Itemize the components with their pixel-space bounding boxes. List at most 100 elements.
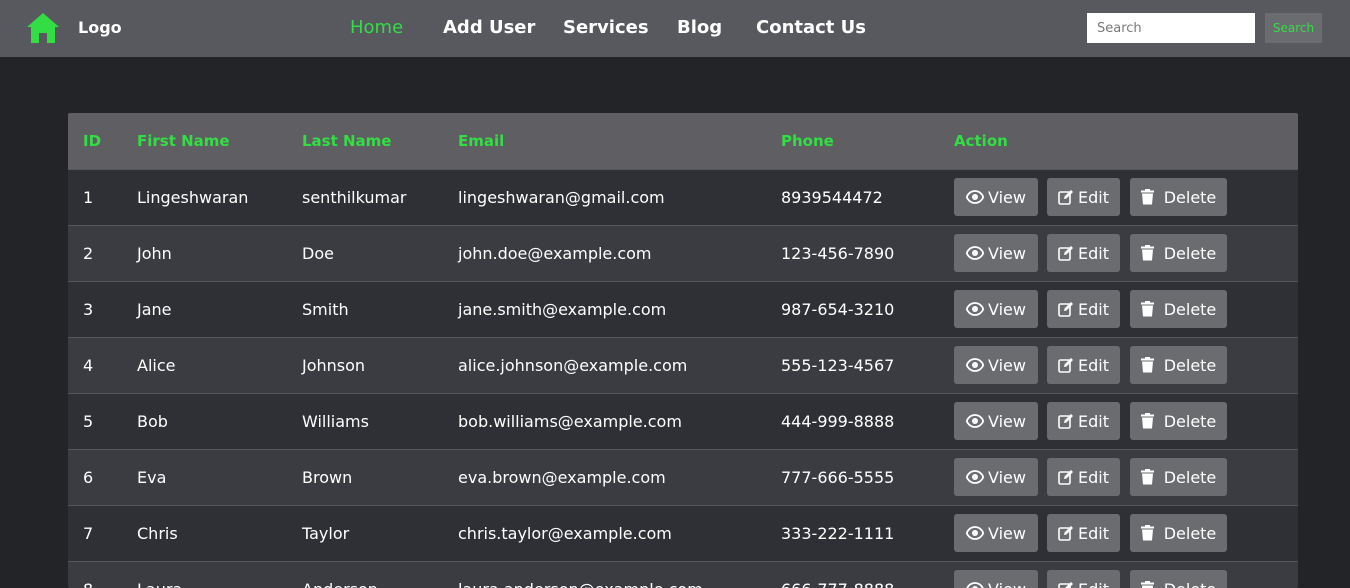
cell-actions: View Edit Delete (939, 449, 1298, 505)
delete-label: Delete (1163, 187, 1217, 207)
cell-first-name: Laura (122, 561, 287, 588)
navbar: Logo Home Add User Services Blog Contact… (0, 0, 1350, 57)
cell-id: 8 (68, 561, 122, 588)
home-icon[interactable] (26, 12, 60, 44)
cell-phone: 777-666-5555 (781, 467, 895, 487)
edit-icon (1058, 189, 1078, 205)
cell-email: laura.anderson@example.com (443, 561, 766, 588)
header-email: Email (458, 131, 505, 150)
table-row: 8LauraAndersonlaura.anderson@example.com… (68, 561, 1298, 588)
view-button[interactable]: View (954, 458, 1038, 496)
trash-icon (1140, 357, 1158, 373)
table-row: 3 Jane Smith jane.smith@example.com 987-654-… (68, 281, 1298, 337)
cell-last-name: Smith (302, 299, 349, 319)
cell-id: 7 (83, 523, 94, 543)
view-button[interactable]: View (954, 514, 1038, 552)
cell-first-name: Alice (137, 355, 176, 375)
table-row: 2 John Doe john.doe@example.com 123-456-7890… (68, 225, 1298, 281)
cell-actions: View Edit Delete (939, 561, 1298, 588)
cell-email: bob.williams@example.com (458, 411, 682, 431)
view-button[interactable]: View (954, 234, 1038, 272)
cell-id: 6 (83, 467, 94, 487)
cell-email: chris.taylor@example.com (458, 523, 672, 543)
view-button[interactable]: View (954, 346, 1038, 384)
eye-icon (966, 582, 988, 588)
nav-link-services[interactable]: Services (563, 17, 649, 38)
edit-label: Edit (1078, 243, 1109, 263)
delete-button[interactable]: Delete (1130, 346, 1227, 384)
view-label: View (988, 580, 1026, 588)
edit-button[interactable]: Edit (1047, 346, 1120, 384)
eye-icon (966, 246, 988, 260)
delete-label: Delete (1163, 355, 1217, 375)
nav-link-contact-us[interactable]: Contact Us (756, 17, 866, 38)
search-input[interactable] (1087, 13, 1255, 43)
cell-id: 1 (83, 187, 94, 207)
delete-button[interactable]: Delete (1130, 234, 1227, 272)
cell-last-name: Doe (302, 243, 334, 263)
cell-id: 3 (83, 299, 94, 319)
table-row: 7 Chris Taylor chris.taylor@example.com 333-… (68, 505, 1298, 561)
cell-phone: 8939544472 (781, 187, 883, 207)
edit-button[interactable]: Edit (1047, 178, 1120, 216)
view-button[interactable]: View (954, 402, 1038, 440)
header-first-name: First Name (137, 131, 230, 150)
nav-link-add-user[interactable]: Add User (443, 17, 535, 38)
cell-first-name: Jane (137, 299, 172, 319)
cell-email: lingeshwaran@gmail.com (458, 187, 665, 207)
table-row: 5 Bob Williams bob.williams@example.com 444-… (68, 393, 1298, 449)
nav-link-home[interactable]: Home (350, 17, 403, 38)
delete-button[interactable]: Delete (1130, 458, 1227, 496)
brand[interactable]: Logo (26, 12, 122, 44)
cell-last-name: senthilkumar (302, 187, 407, 207)
cell-email: alice.johnson@example.com (458, 355, 688, 375)
cell-actions: View Edit Delete (939, 337, 1298, 393)
cell-first-name: John (137, 243, 172, 263)
delete-button[interactable]: Delete (1130, 514, 1227, 552)
table-row: 4 Alice Johnson alice.johnson@example.com 55… (68, 337, 1298, 393)
edit-icon (1058, 525, 1078, 541)
edit-button[interactable]: Edit (1047, 570, 1120, 588)
header-phone: Phone (781, 131, 834, 150)
cell-last-name: Johnson (302, 355, 366, 375)
view-button[interactable]: View (954, 290, 1038, 328)
edit-button[interactable]: Edit (1047, 402, 1120, 440)
edit-label: Edit (1078, 299, 1109, 319)
eye-icon (966, 470, 988, 484)
cell-phone: 123-456-7890 (781, 243, 895, 263)
edit-label: Edit (1078, 580, 1109, 588)
cell-actions: View Edit Delete (939, 505, 1298, 561)
edit-button[interactable]: Edit (1047, 234, 1120, 272)
delete-label: Delete (1163, 411, 1217, 431)
search-button[interactable]: Search (1265, 13, 1322, 43)
delete-button[interactable]: Delete (1130, 402, 1227, 440)
table-header-row: ID First Name Last Name Email Phone Acti… (68, 113, 1298, 169)
users-table: ID First Name Last Name Email Phone Acti… (68, 113, 1298, 588)
header-last-name: Last Name (302, 131, 392, 150)
view-label: View (988, 355, 1026, 375)
cell-id: 2 (83, 243, 94, 263)
cell-actions: View Edit Delete (939, 393, 1298, 449)
eye-icon (966, 358, 988, 372)
delete-label: Delete (1163, 523, 1217, 543)
cell-first-name: Bob (137, 411, 168, 431)
nav-link-blog[interactable]: Blog (677, 17, 722, 38)
cell-phone: 987-654-3210 (781, 299, 895, 319)
delete-button[interactable]: Delete (1130, 178, 1227, 216)
cell-last-name: Brown (302, 467, 353, 487)
edit-button[interactable]: Edit (1047, 458, 1120, 496)
view-label: View (988, 243, 1026, 263)
edit-button[interactable]: Edit (1047, 514, 1120, 552)
trash-icon (1140, 413, 1158, 429)
trash-icon (1140, 525, 1158, 541)
logo-label[interactable]: Logo (78, 18, 122, 37)
view-button[interactable]: View (954, 178, 1038, 216)
edit-label: Edit (1078, 467, 1109, 487)
edit-button[interactable]: Edit (1047, 290, 1120, 328)
delete-button[interactable]: Delete (1130, 570, 1227, 588)
cell-phone: 444-999-8888 (781, 411, 895, 431)
view-button[interactable]: View (954, 570, 1038, 588)
delete-button[interactable]: Delete (1130, 290, 1227, 328)
eye-icon (966, 526, 988, 540)
edit-icon (1058, 469, 1078, 485)
